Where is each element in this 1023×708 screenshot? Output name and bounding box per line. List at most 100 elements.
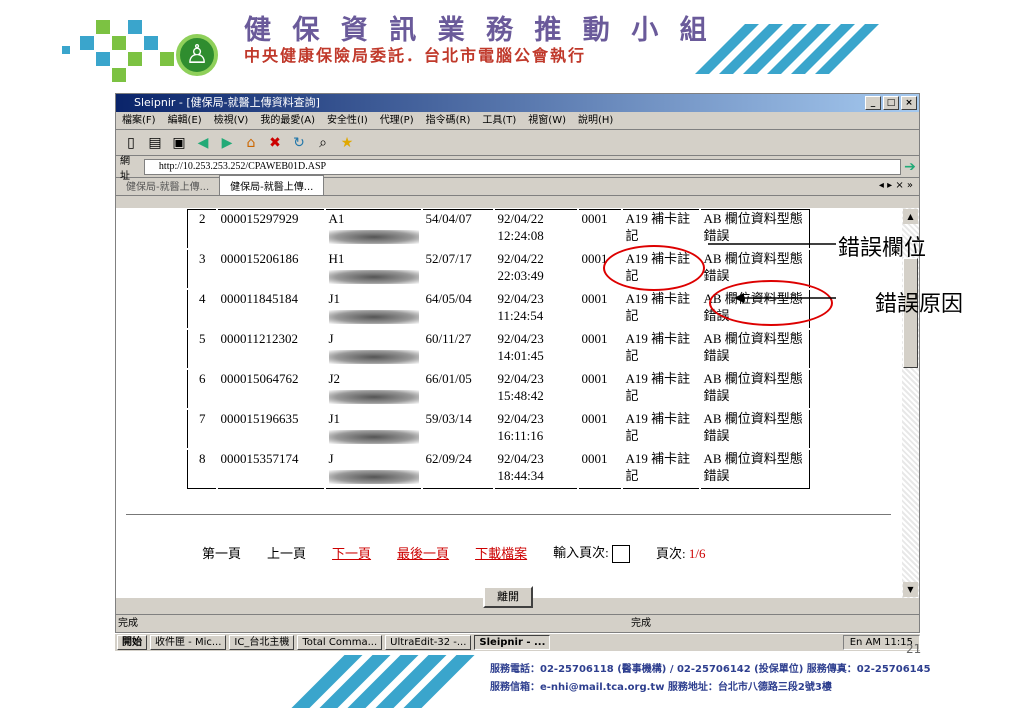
row-number-cell: 6	[186, 368, 218, 410]
vertical-scrollbar[interactable]: ▲ ▼	[902, 208, 919, 598]
menu-help[interactable]: 說明(H)	[578, 112, 613, 129]
menu-view[interactable]: 檢視(V)	[214, 112, 249, 129]
window-title: Sleipnir - [健保局-就醫上傳資料查詢]	[134, 96, 320, 109]
menu-script[interactable]: 指令碼(R)	[426, 112, 471, 129]
menu-window[interactable]: 視窗(W)	[528, 112, 566, 129]
code-cell: 0001	[577, 368, 623, 410]
favorites-icon[interactable]: ★	[338, 134, 356, 152]
row-number-cell: 4	[186, 288, 218, 330]
id-number-cell: J	[324, 448, 423, 490]
table-row: 6 000015064762 J2 66/01/05 92/04/23 15:48:42 0…	[186, 368, 811, 410]
start-button[interactable]: 開始	[117, 635, 147, 650]
minimize-button[interactable]: _	[865, 96, 881, 110]
id-number-cell: A1	[324, 208, 423, 250]
row-number-cell: 8	[186, 448, 218, 490]
redacted-id	[328, 349, 419, 364]
menu-security[interactable]: 安全性(I)	[327, 112, 368, 129]
birth-date-cell: 52/07/17	[421, 248, 495, 290]
scroll-up-icon[interactable]: ▲	[903, 209, 918, 224]
card-number-cell: 000015064762	[216, 368, 326, 410]
code-cell: 0001	[577, 208, 623, 250]
error-field-cell: A19 補卡註記	[621, 328, 701, 370]
card-number-cell: 000011845184	[216, 288, 326, 330]
card-number-cell: 000015357174	[216, 448, 326, 490]
taskbar-item[interactable]: Total Comma...	[297, 635, 383, 650]
redacted-id	[328, 429, 419, 444]
table-row: 5 000011212302 J 60/11/27 92/04/23 14:01:45 00…	[186, 328, 811, 370]
status-bar: 完成 完成	[116, 614, 919, 632]
footer-address: 服務信箱：e-nhi@mail.tca.org.tw 服務地址：台北市八德路三段…	[490, 682, 832, 693]
window-titlebar: Sleipnir - [健保局-就醫上傳資料查詢] _ □ ×	[116, 94, 919, 112]
table-row: 7 000015196635 J1 59/03/14 92/04/23 16:11:16 0…	[186, 408, 811, 450]
table-row: 8 000015357174 J 62/09/24 92/04/23 18:44:34 00…	[186, 448, 811, 490]
upload-datetime-cell: 92/04/23 15:48:42	[493, 368, 579, 410]
redacted-id	[328, 469, 419, 484]
back-icon[interactable]: ◀	[194, 134, 212, 152]
menu-tools[interactable]: 工具(T)	[482, 112, 516, 129]
card-number-cell: 000011212302	[216, 328, 326, 370]
address-input[interactable]: http://10.253.253.252/CPAWEB01D.ASP	[143, 158, 902, 175]
last-page-link[interactable]: 最後一頁	[397, 543, 449, 562]
redacted-id	[328, 269, 419, 284]
error-field-cell: A19 補卡註記	[621, 288, 701, 330]
taskbar-item[interactable]: 收件匣 - Mic...	[150, 635, 227, 650]
taskbar: 開始 收件匣 - Mic... IC_台北主機 Total Comma... U…	[115, 633, 920, 651]
next-page-link[interactable]: 下一頁	[332, 543, 371, 562]
prev-page-link[interactable]: 上一頁	[267, 543, 306, 562]
refresh-icon[interactable]: ↻	[290, 134, 308, 152]
error-reason-cell: AB 欄位資料型態錯誤	[699, 368, 811, 410]
scroll-down-icon[interactable]: ▼	[903, 582, 918, 597]
birth-date-cell: 54/04/07	[421, 208, 495, 250]
tab-bar: 健保局-就醫上傳... 健保局-就醫上傳... ◂ ▸ × »	[116, 175, 919, 196]
birth-date-cell: 59/03/14	[421, 408, 495, 450]
annotation-error-reason: 錯誤原因	[875, 292, 964, 317]
open-icon[interactable]: ▤	[146, 134, 164, 152]
tab-1[interactable]: 健保局-就醫上傳...	[116, 176, 219, 195]
search-icon[interactable]: ⌕	[314, 134, 332, 152]
redacted-id	[328, 389, 419, 404]
maximize-button[interactable]: □	[883, 96, 899, 110]
id-number-cell: J2	[324, 368, 423, 410]
id-number-cell: J1	[324, 288, 423, 330]
first-page-link[interactable]: 第一頁	[202, 543, 241, 562]
row-number-cell: 5	[186, 328, 218, 370]
menu-favorites[interactable]: 我的最愛(A)	[260, 112, 315, 129]
birth-date-cell: 64/05/04	[421, 288, 495, 330]
forward-icon[interactable]: ▶	[218, 134, 236, 152]
menu-file[interactable]: 檔案(F)	[122, 112, 156, 129]
home-icon[interactable]: ⌂	[242, 134, 260, 152]
browser-window: Sleipnir - [健保局-就醫上傳資料查詢] _ □ × 檔案(F) 編輯…	[115, 93, 920, 633]
menu-proxy[interactable]: 代理(P)	[380, 112, 414, 129]
header-subtitle: 中央健康保險局委託．台北市電腦公會執行	[244, 46, 587, 65]
page-input[interactable]	[611, 545, 630, 564]
go-icon[interactable]: ➔	[901, 158, 919, 176]
tab-nav-icon[interactable]: ◂ ▸ × »	[879, 180, 913, 191]
save-icon[interactable]: ▣	[170, 134, 188, 152]
taskbar-item[interactable]: UltraEdit-32 -...	[385, 635, 472, 650]
id-number-cell: J1	[324, 408, 423, 450]
menu-edit[interactable]: 編輯(E)	[168, 112, 202, 129]
birth-date-cell: 62/09/24	[421, 448, 495, 490]
logo-icon: ♙	[176, 34, 218, 76]
birth-date-cell: 60/11/27	[421, 328, 495, 370]
error-field-cell: A19 補卡註記	[621, 208, 701, 250]
stop-icon[interactable]: ✖	[266, 134, 284, 152]
toolbar: ▯ ▤ ▣ ◀ ▶ ⌂ ✖ ↻ ⌕ ★	[116, 130, 919, 156]
new-page-icon[interactable]: ▯	[122, 134, 140, 152]
card-number-cell: 000015297929	[216, 208, 326, 250]
upload-datetime-cell: 92/04/23 14:01:45	[493, 328, 579, 370]
page-indicator: 頁次: 1/6	[655, 546, 706, 561]
upload-datetime-cell: 92/04/23 11:24:54	[493, 288, 579, 330]
id-number-cell: H1	[324, 248, 423, 290]
highlight-field-ellipse	[603, 245, 705, 291]
taskbar-item[interactable]: IC_台北主機	[229, 635, 295, 650]
status-zone: 完成	[631, 618, 651, 629]
tab-2[interactable]: 健保局-就醫上傳...	[219, 175, 325, 195]
pager: 第一頁 上一頁 下一頁 最後一頁 下載檔案 輸入頁次: 頁次: 1/6	[202, 542, 706, 564]
error-field-cell: A19 補卡註記	[621, 408, 701, 450]
taskbar-item-active[interactable]: Sleipnir - ...	[474, 635, 551, 650]
download-link[interactable]: 下載檔案	[475, 543, 527, 562]
error-field-cell: A19 補卡註記	[621, 448, 701, 490]
close-window-button[interactable]: ×	[901, 96, 917, 110]
close-button[interactable]: 離開	[483, 586, 533, 608]
